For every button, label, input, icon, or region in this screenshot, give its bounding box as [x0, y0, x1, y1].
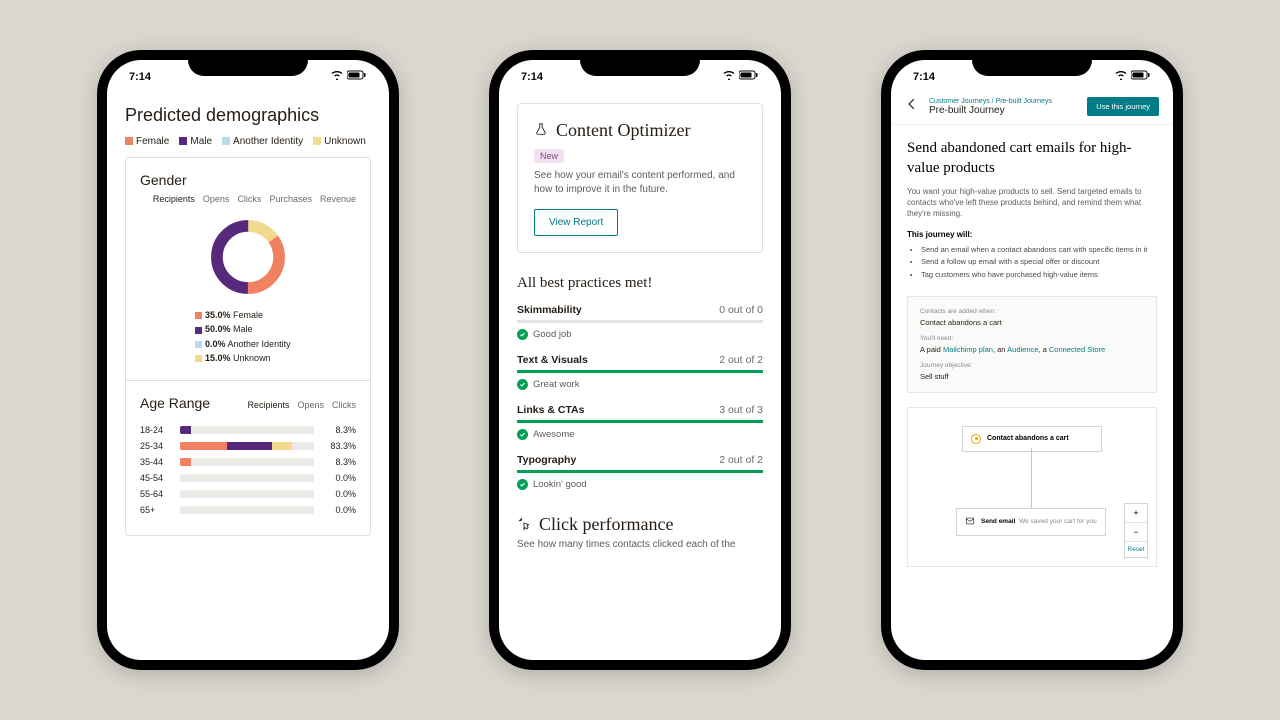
age-row: 55-640.0% [140, 489, 356, 499]
envelope-icon [965, 516, 975, 528]
age-tab-opens[interactable]: Opens [297, 400, 324, 410]
tab-opens[interactable]: Opens [203, 194, 230, 204]
best-practice-item: Links & CTAs3 out of 3Awesome [517, 404, 763, 440]
flow-node-email[interactable]: Send email We saved your cart for you [956, 508, 1106, 536]
phone-content-optimizer: 7:14 Content Optimizer New See how your … [489, 50, 791, 670]
tab-recipients[interactable]: Recipients [153, 194, 195, 204]
donut-legend: 35.0% Female 50.0% Male 0.0% Another Ide… [140, 308, 356, 366]
journey-title: Send abandoned cart emails for high-valu… [907, 139, 1157, 178]
age-row: 18-248.3% [140, 425, 356, 435]
breadcrumb[interactable]: Customer Journeys / Pre-built Journeys [929, 98, 1052, 105]
gender-title: Gender [140, 172, 356, 188]
notch [972, 50, 1092, 76]
check-icon [517, 379, 528, 390]
page-title: Predicted demographics [125, 105, 371, 126]
battery-icon [1131, 70, 1151, 83]
age-row: 25-3483.3% [140, 441, 356, 451]
age-tab-recipients[interactable]: Recipients [247, 400, 289, 410]
link-audience[interactable]: Audience [1007, 345, 1038, 354]
best-practices-list: Skimmability0 out of 0Good job Text & Vis… [517, 304, 763, 490]
gender-donut-chart [207, 216, 289, 298]
zoom-in-button[interactable]: + [1125, 504, 1147, 523]
click-perf-title: Click performance [539, 514, 673, 535]
battery-icon [739, 70, 759, 83]
journey-desc: You want your high-value products to sel… [907, 186, 1157, 220]
flask-icon [534, 120, 548, 141]
co-title: Content Optimizer [556, 120, 690, 141]
legend: Female Male Another Identity Unknown [125, 136, 371, 147]
age-row: 35-448.3% [140, 457, 356, 467]
status-time: 7:14 [521, 71, 543, 83]
battery-icon [347, 70, 367, 83]
notch [188, 50, 308, 76]
status-time: 7:14 [129, 71, 151, 83]
breadcrumb-title: Pre-built Journey [929, 105, 1052, 116]
check-icon [517, 429, 528, 440]
age-chart: 18-248.3% 25-3483.3% 35-448.3% 45-540.0% 55-… [126, 425, 370, 535]
best-practice-item: Text & Visuals2 out of 2Great work [517, 354, 763, 390]
gender-card: Gender Recipients Opens Clicks Purchases… [125, 157, 371, 536]
click-icon [517, 514, 531, 535]
age-row: 65+0.0% [140, 505, 356, 515]
zoom-reset-button[interactable]: Reset [1125, 542, 1147, 557]
journey-flow-canvas[interactable]: Contact abandons a cart Send email We sa… [907, 407, 1157, 567]
link-plan[interactable]: Mailchimp plan [943, 345, 993, 354]
best-practice-item: Typography2 out of 2Lookin' good [517, 454, 763, 490]
journey-will-label: This journey will: [907, 230, 1157, 239]
wifi-icon [723, 70, 735, 83]
zoom-out-button[interactable]: − [1125, 523, 1147, 542]
tab-clicks[interactable]: Clicks [237, 194, 261, 204]
journey-will-list: Send an email when a contact abandons ca… [907, 244, 1157, 282]
trigger-icon [971, 434, 981, 444]
zoom-controls: + − Reset [1124, 503, 1148, 558]
gender-tabs: Recipients Opens Clicks Purchases Revenu… [140, 194, 356, 204]
co-description: See how your email's content performed, … [534, 169, 746, 197]
phone-demographics: 7:14 Predicted demographics Female Male … [97, 50, 399, 670]
notch [580, 50, 700, 76]
best-practice-item: Skimmability0 out of 0Good job [517, 304, 763, 340]
age-title: Age Range [140, 395, 210, 411]
flow-connector [1031, 448, 1032, 508]
check-icon [517, 479, 528, 490]
age-row: 45-540.0% [140, 473, 356, 483]
click-perf-desc: See how many times contacts clicked each… [517, 539, 763, 550]
journey-info-card: Contacts are added when: Contact abandon… [907, 296, 1157, 393]
back-icon[interactable] [905, 97, 919, 116]
best-practices-title: All best practices met! [517, 275, 763, 292]
phone-journey: 7:14 Customer Journeys / Pre-built Journ… [881, 50, 1183, 670]
wifi-icon [1115, 70, 1127, 83]
tab-revenue[interactable]: Revenue [320, 194, 356, 204]
status-time: 7:14 [913, 71, 935, 83]
view-report-button[interactable]: View Report [534, 209, 618, 236]
tab-purchases[interactable]: Purchases [269, 194, 312, 204]
age-tab-clicks[interactable]: Clicks [332, 400, 356, 410]
link-store[interactable]: Connected Store [1049, 345, 1105, 354]
use-journey-button[interactable]: Use this journey [1087, 97, 1159, 116]
new-badge: New [534, 149, 564, 163]
flow-node-start[interactable]: Contact abandons a cart [962, 426, 1102, 452]
check-icon [517, 329, 528, 340]
wifi-icon [331, 70, 343, 83]
content-optimizer-card: Content Optimizer New See how your email… [517, 103, 763, 253]
